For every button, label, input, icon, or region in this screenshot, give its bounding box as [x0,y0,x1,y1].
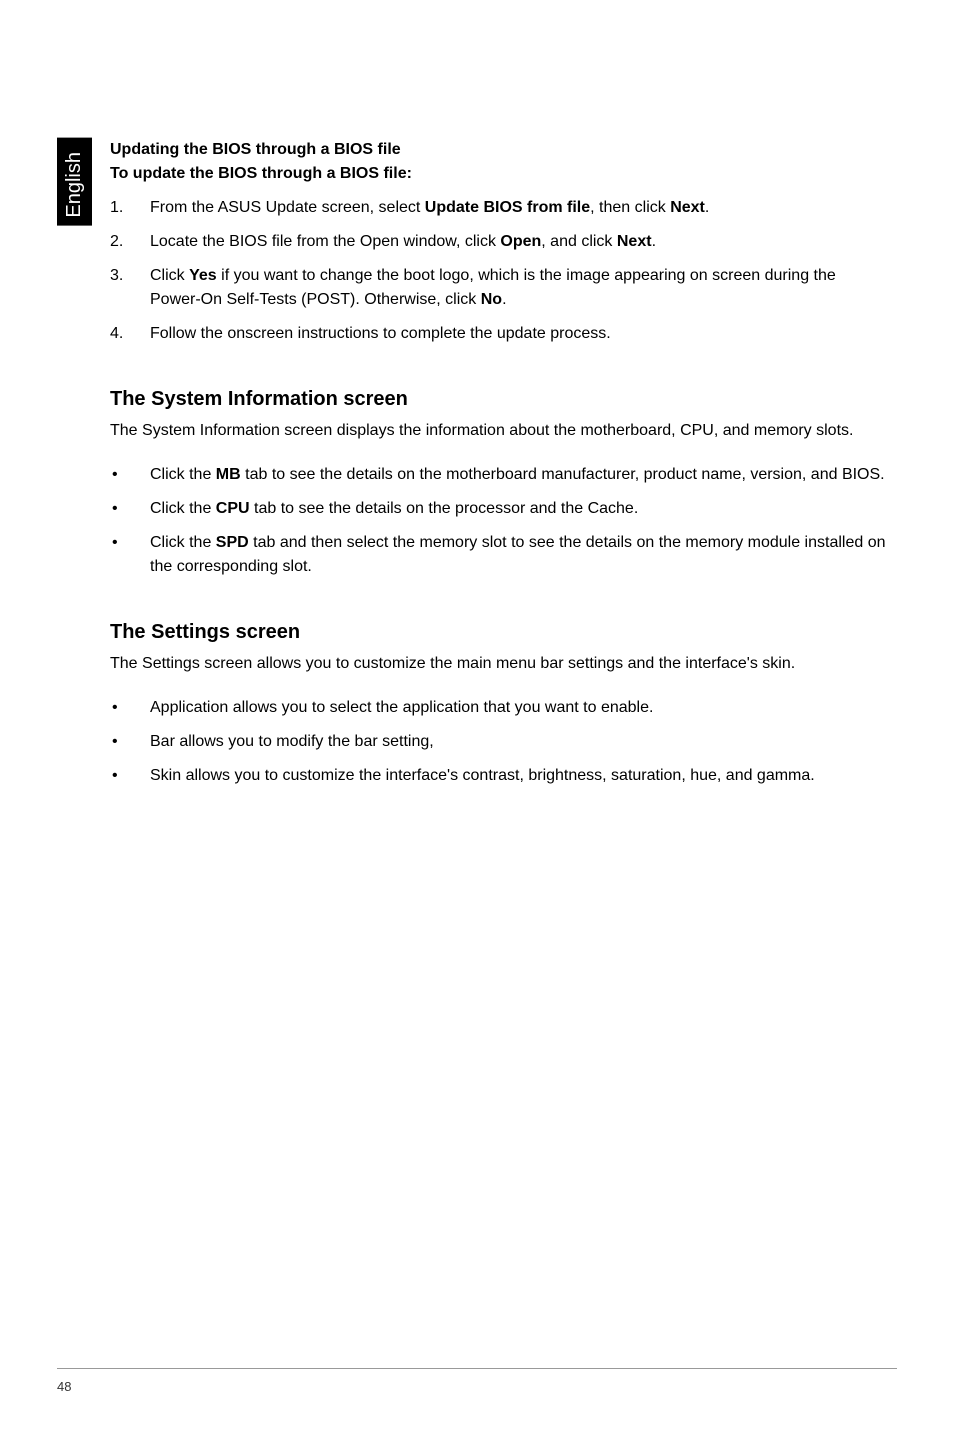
list-text: Bar allows you to modify the bar setting… [150,730,890,754]
list-item: • Application allows you to select the a… [110,696,890,720]
bullet-icon: • [110,730,150,754]
text-fragment: Locate the BIOS file from the Open windo… [150,233,500,250]
text-fragment: From the ASUS Update screen, select [150,199,425,216]
page-number: 48 [57,1379,897,1394]
list-item: • Click the SPD tab and then select the … [110,531,890,579]
heading-system-information: The System Information screen [110,388,890,411]
ordered-steps: 1. From the ASUS Update screen, select U… [110,196,890,346]
bold-text: Next [617,233,652,250]
text-fragment: Click the [150,466,216,483]
step-3: 3. Click Yes if you want to change the b… [110,264,890,312]
text-fragment: , then click [590,199,670,216]
text-fragment: Click the [150,534,216,551]
step-text: Follow the onscreen instructions to comp… [150,322,890,346]
page-footer: 48 [57,1368,897,1394]
text-fragment: Click [150,267,189,284]
list-item: • Skin allows you to customize the inter… [110,764,890,788]
step-text: Click Yes if you want to change the boot… [150,264,890,312]
bullet-icon: • [110,497,150,521]
step-text: Locate the BIOS file from the Open windo… [150,230,890,254]
step-1: 1. From the ASUS Update screen, select U… [110,196,890,220]
text-fragment: tab and then select the memory slot to s… [150,534,886,575]
text-fragment: tab to see the details on the motherboar… [241,466,885,483]
bold-text: No [481,291,502,308]
text-fragment: tab to see the details on the processor … [250,500,639,517]
bold-text: CPU [216,500,250,517]
text-fragment: Click the [150,500,216,517]
list-item: • Bar allows you to modify the bar setti… [110,730,890,754]
language-tab: English [57,138,92,226]
list-text: Click the SPD tab and then select the me… [150,531,890,579]
list-text: Click the MB tab to see the details on t… [150,463,890,487]
bullet-icon: • [110,764,150,788]
list-item: • Click the CPU tab to see the details o… [110,497,890,521]
heading-updating-bios: Updating the BIOS through a BIOS file [110,138,890,162]
text-fragment: , and click [541,233,617,250]
sysinfo-bullets: • Click the MB tab to see the details on… [110,463,890,579]
step-number: 2. [110,230,150,254]
text-fragment: . [705,199,709,216]
settings-bullets: • Application allows you to select the a… [110,696,890,788]
bold-text: MB [216,466,241,483]
bold-text: Yes [189,267,217,284]
step-4: 4. Follow the onscreen instructions to c… [110,322,890,346]
step-2: 2. Locate the BIOS file from the Open wi… [110,230,890,254]
step-text: From the ASUS Update screen, select Upda… [150,196,890,220]
list-text: Application allows you to select the app… [150,696,890,720]
list-text: Click the CPU tab to see the details on … [150,497,890,521]
text-fragment: . [652,233,656,250]
bold-text: Open [500,233,541,250]
bullet-icon: • [110,531,150,579]
bullet-icon: • [110,463,150,487]
settings-paragraph: The Settings screen allows you to custom… [110,652,890,676]
step-number: 1. [110,196,150,220]
bold-text: Next [670,199,705,216]
step-number: 3. [110,264,150,312]
text-fragment: . [502,291,506,308]
bold-text: SPD [216,534,249,551]
sysinfo-paragraph: The System Information screen displays t… [110,419,890,443]
heading-to-update: To update the BIOS through a BIOS file: [110,162,890,186]
bold-text: Update BIOS from file [425,199,590,216]
page-content: Updating the BIOS through a BIOS file To… [110,138,890,798]
bullet-icon: • [110,696,150,720]
list-item: • Click the MB tab to see the details on… [110,463,890,487]
heading-settings: The Settings screen [110,621,890,644]
list-text: Skin allows you to customize the interfa… [150,764,890,788]
step-number: 4. [110,322,150,346]
